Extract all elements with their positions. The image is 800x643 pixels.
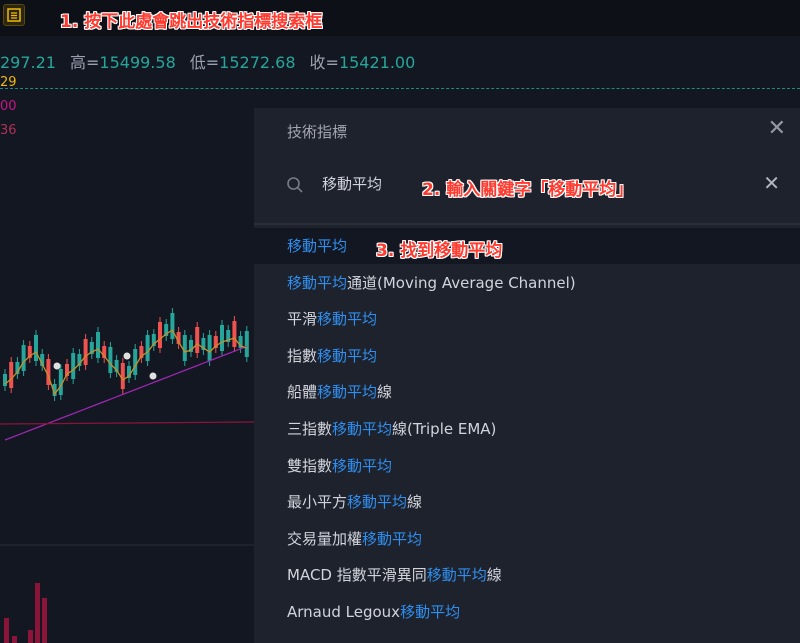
result-item[interactable]: 指數移動平均 xyxy=(254,338,800,374)
dialog-title: 技術指標 xyxy=(287,123,348,141)
highlight-match: 移動平均 xyxy=(287,237,348,255)
volume-bar xyxy=(28,630,33,643)
candle-body xyxy=(96,332,100,358)
candle-body xyxy=(133,349,138,375)
high-label: 高 xyxy=(69,53,86,72)
result-item[interactable]: MACD 指數平滑異同移動平均線 xyxy=(254,557,800,593)
result-item[interactable]: Arnaud Legoux移動平均 xyxy=(254,594,800,630)
label-text: 平滑 xyxy=(287,310,318,329)
ma-marker xyxy=(53,362,61,370)
high-value: 15499.58 xyxy=(99,53,176,72)
highlight-match: 移動平均 xyxy=(426,566,487,585)
volume-bar xyxy=(12,636,17,643)
ma-marker xyxy=(123,352,131,360)
annotation-step2: 2. 輸入關鍵字「移動平均」 xyxy=(422,180,634,200)
low-value: 15272.68 xyxy=(219,53,296,72)
label-text: 線(Triple EMA) xyxy=(392,420,497,438)
annotation-step3: 3. 找到移動平均 xyxy=(376,241,503,261)
result-item-label: 移動平均通道(Moving Average Channel) xyxy=(287,265,576,301)
result-item[interactable]: 最小平方移動平均線 xyxy=(254,484,800,520)
divider xyxy=(254,223,800,225)
result-item[interactable]: 交易量加權移動平均 xyxy=(254,521,800,557)
label-text: 線 xyxy=(377,383,393,402)
search-input[interactable] xyxy=(322,174,402,192)
label-text: MACD 指數平滑異同 xyxy=(287,566,427,585)
label-text: 線 xyxy=(407,493,423,512)
top-toolbar: 1. 按下此處會跳出技術指標搜索框 xyxy=(0,0,800,36)
candle-body xyxy=(207,335,212,361)
result-item-label: MACD 指數平滑異同移動平均線 xyxy=(287,557,502,593)
highlight-match: 移動平均 xyxy=(317,310,378,329)
volume-bar xyxy=(4,618,9,643)
candle-body xyxy=(34,335,38,361)
result-item-label: 平滑移動平均 xyxy=(287,301,377,337)
highlight-match: 移動平均 xyxy=(362,529,423,548)
close-icon[interactable]: ✕ xyxy=(768,116,786,141)
result-item[interactable]: 平滑移動平均 xyxy=(254,301,800,337)
result-item[interactable]: 三指數移動平均線(Triple EMA) xyxy=(254,411,800,447)
label-text: 通道(Moving Average Channel) xyxy=(347,273,576,292)
clear-icon[interactable]: ✕ xyxy=(763,171,780,195)
result-item-label: 移動平均 xyxy=(287,228,347,264)
volume-bar xyxy=(42,598,47,643)
result-item-label: 三指數移動平均線(Triple EMA) xyxy=(287,411,496,447)
candle-body xyxy=(182,335,187,361)
label-text: 雙指數 xyxy=(287,456,333,475)
label-text: 三指數 xyxy=(287,420,333,438)
low-label: 低 xyxy=(189,53,206,72)
label-text: Arnaud Legoux xyxy=(287,603,401,621)
result-item-label: Arnaud Legoux移動平均 xyxy=(287,594,460,630)
candle-body xyxy=(158,322,162,348)
candlestick-chart xyxy=(0,308,254,546)
candle-body xyxy=(108,347,113,373)
ohlc-legend: 297.21 高=15499.58 低=15272.68 收=15421.00 xyxy=(0,53,416,72)
candle-body xyxy=(83,339,88,365)
candle-body xyxy=(244,331,249,357)
candle-body xyxy=(9,362,14,388)
candle-body xyxy=(3,374,7,386)
highlight-match: 移動平均 xyxy=(332,420,393,438)
candle-body xyxy=(220,325,224,351)
close-label: 收 xyxy=(309,53,326,72)
candle-body xyxy=(232,321,237,347)
label-text: 交易量加權 xyxy=(287,529,363,548)
result-item-label: 指數移動平均 xyxy=(287,338,377,374)
result-item-label: 船體移動平均線 xyxy=(287,374,392,410)
annotation-step1: 1. 按下此處會跳出技術指標搜索框 xyxy=(60,12,323,32)
result-item[interactable]: 移動平均 xyxy=(254,228,800,264)
result-item-label: 雙指數移動平均 xyxy=(287,448,392,484)
result-item[interactable]: 移動平均通道(Moving Average Channel) xyxy=(254,265,800,301)
result-item[interactable]: 船體移動平均線 xyxy=(254,374,800,410)
indicators-icon xyxy=(7,8,21,22)
result-item-label: 最小平方移動平均線 xyxy=(287,484,422,520)
candle-body xyxy=(21,345,26,371)
volume-bar xyxy=(35,583,40,643)
indicator-dialog: 技術指標 ✕ 2. 輸入關鍵字「移動平均」 ✕ 移動平均移動平均通道(Movin… xyxy=(254,108,800,643)
candle-body xyxy=(195,327,200,353)
highlight-match: 移動平均 xyxy=(317,346,378,365)
result-item[interactable]: 雙指數移動平均 xyxy=(254,448,800,484)
ma-marker xyxy=(149,372,157,380)
highlight-match: 移動平均 xyxy=(317,383,378,402)
search-bar: 2. 輸入關鍵字「移動平均」 ✕ xyxy=(254,154,800,220)
open-value: 297.21 xyxy=(0,53,56,72)
dialog-header: 技術指標 ✕ xyxy=(254,108,800,154)
candle-body xyxy=(170,313,175,339)
highlight-match: 移動平均 xyxy=(287,273,348,292)
label-text: 線 xyxy=(486,566,502,585)
candle-body xyxy=(145,335,150,361)
highlight-match: 移動平均 xyxy=(332,456,393,475)
result-item-label: 交易量加權移動平均 xyxy=(287,521,422,557)
highlight-match: 移動平均 xyxy=(400,603,461,621)
label-text: 船體 xyxy=(287,383,318,402)
label-text: 最小平方 xyxy=(287,493,348,512)
price-line xyxy=(0,88,800,89)
candle-body xyxy=(120,363,125,389)
highlight-match: 移動平均 xyxy=(347,493,408,512)
close-value: 15421.00 xyxy=(338,53,416,72)
indicators-button[interactable] xyxy=(3,4,25,26)
candle-body xyxy=(71,353,76,379)
label-text: 指數 xyxy=(287,346,318,365)
search-icon xyxy=(287,177,303,193)
